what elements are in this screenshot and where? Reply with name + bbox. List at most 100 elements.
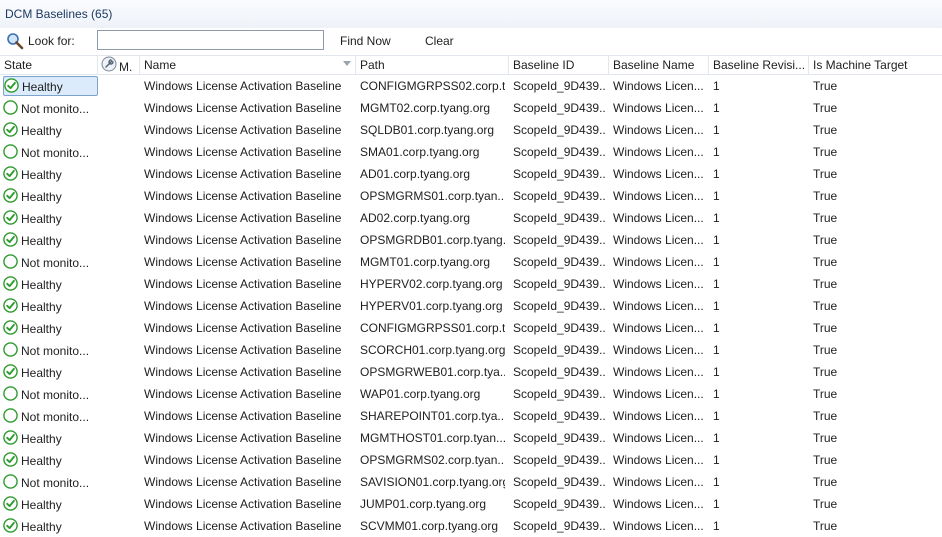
machine-target-cell: True [813, 255, 838, 269]
name-cell: Windows License Activation Baseline [144, 299, 342, 313]
healthy-check-icon [3, 452, 18, 468]
baseline-id-cell: ScopeId_9D439... [513, 123, 605, 137]
healthy-check-icon [3, 276, 18, 292]
name-cell: Windows License Activation Baseline [144, 409, 342, 423]
find-now-button[interactable]: Find Now [340, 34, 391, 48]
state-text: Healthy [22, 79, 63, 94]
state-text: Healthy [21, 211, 62, 226]
baseline-id-cell: ScopeId_9D439... [513, 79, 605, 93]
baseline-id-cell: ScopeId_9D439... [513, 189, 605, 203]
baseline-name-cell: Windows Licen... [613, 101, 704, 115]
table-row[interactable]: Healthy Windows License Activation Baseli… [0, 163, 942, 185]
sort-descending-icon [343, 61, 351, 66]
baseline-name-cell: Windows Licen... [613, 211, 704, 225]
column-header-baseline-revision[interactable]: Baseline Revisi... [709, 56, 809, 74]
healthy-check-icon [3, 518, 18, 534]
path-cell: OPSMGRWEB01.corp.tya... [360, 365, 505, 379]
table-row[interactable]: Healthy Windows License Activation Baseli… [0, 361, 942, 383]
baseline-id-cell: ScopeId_9D439... [513, 343, 605, 357]
table-row[interactable]: Healthy Windows License Activation Baseli… [0, 75, 942, 97]
table-row[interactable]: Healthy Windows License Activation Baseli… [0, 207, 942, 229]
table-row[interactable]: Healthy Windows License Activation Baseli… [0, 295, 942, 317]
baseline-name-cell: Windows Licen... [613, 409, 704, 423]
state-cell: Healthy [3, 119, 98, 141]
column-header-is-machine-target[interactable]: Is Machine Target [809, 56, 942, 74]
name-cell: Windows License Activation Baseline [144, 189, 342, 203]
baseline-id-cell: ScopeId_9D439... [513, 299, 605, 313]
table-row[interactable]: Healthy Windows License Activation Baseli… [0, 119, 942, 141]
name-cell: Windows License Activation Baseline [144, 145, 342, 159]
state-text: Healthy [21, 167, 62, 182]
state-text: Healthy [21, 453, 62, 468]
table-row[interactable]: Not monito... Windows License Activation … [0, 141, 942, 163]
state-cell: Not monito... [3, 141, 98, 163]
column-header-name[interactable]: Name [140, 56, 356, 74]
baseline-id-cell: ScopeId_9D439... [513, 453, 605, 467]
baseline-name-cell: Windows Licen... [613, 277, 704, 291]
search-input[interactable] [97, 30, 324, 50]
baseline-revision-cell: 1 [713, 101, 720, 115]
baseline-name-cell: Windows Licen... [613, 497, 704, 511]
table-row[interactable]: Not monito... Windows License Activation … [0, 383, 942, 405]
baseline-revision-cell: 1 [713, 123, 720, 137]
column-header-state[interactable]: State [0, 56, 98, 74]
table-row[interactable]: Healthy Windows License Activation Baseli… [0, 273, 942, 295]
table-row[interactable]: Not monito... Windows License Activation … [0, 97, 942, 119]
table-row[interactable]: Healthy Windows License Activation Baseli… [0, 317, 942, 339]
machine-target-cell: True [813, 211, 838, 225]
baseline-revision-cell: 1 [713, 277, 720, 291]
machine-target-cell: True [813, 431, 838, 445]
state-cell: Healthy [3, 361, 98, 383]
machine-target-cell: True [813, 299, 838, 313]
state-text: Not monito... [21, 145, 90, 160]
state-cell: Healthy [3, 273, 98, 295]
baseline-table-body: Healthy Windows License Activation Baseli… [0, 75, 942, 537]
baseline-revision-cell: 1 [713, 343, 720, 357]
path-cell: AD02.corp.tyang.org [360, 211, 471, 225]
baseline-name-cell: Windows Licen... [613, 167, 704, 181]
column-header-maintenance[interactable]: M. [98, 56, 140, 74]
baseline-id-cell: ScopeId_9D439... [513, 211, 605, 225]
column-header-baseline-name[interactable]: Baseline Name [609, 56, 709, 74]
state-cell: Healthy [3, 515, 98, 537]
baseline-name-cell: Windows Licen... [613, 475, 704, 489]
baseline-revision-cell: 1 [713, 167, 720, 181]
path-cell: OPSMGRDB01.corp.tyang... [360, 233, 505, 247]
state-text: Healthy [21, 431, 62, 446]
state-text: Not monito... [21, 475, 90, 490]
state-text: Not monito... [21, 387, 90, 402]
baseline-revision-cell: 1 [713, 475, 720, 489]
column-header-baseline-id[interactable]: Baseline ID [509, 56, 609, 74]
table-row[interactable]: Not monito... Windows License Activation … [0, 251, 942, 273]
table-row[interactable]: Healthy Windows License Activation Baseli… [0, 449, 942, 471]
healthy-check-icon [3, 166, 18, 182]
state-cell: Healthy [3, 185, 98, 207]
machine-target-cell: True [813, 497, 838, 511]
table-row[interactable]: Not monito... Windows License Activation … [0, 471, 942, 493]
table-row[interactable]: Not monito... Windows License Activation … [0, 405, 942, 427]
path-cell: OPSMGRMS02.corp.tyan... [360, 453, 505, 467]
machine-target-cell: True [813, 409, 838, 423]
table-row[interactable]: Healthy Windows License Activation Baseli… [0, 427, 942, 449]
table-row[interactable]: Healthy Windows License Activation Baseli… [0, 185, 942, 207]
baseline-id-cell: ScopeId_9D439... [513, 409, 605, 423]
column-header-path[interactable]: Path [356, 56, 509, 74]
not-monitored-icon [3, 100, 18, 116]
path-cell: CONFIGMGRPSS02.corp.t... [360, 79, 505, 93]
table-row[interactable]: Healthy Windows License Activation Baseli… [0, 229, 942, 251]
name-cell: Windows License Activation Baseline [144, 167, 342, 181]
table-row[interactable]: Healthy Windows License Activation Baseli… [0, 515, 942, 537]
table-row[interactable]: Not monito... Windows License Activation … [0, 339, 942, 361]
state-text: Healthy [21, 123, 62, 138]
baseline-id-cell: ScopeId_9D439... [513, 255, 605, 269]
name-cell: Windows License Activation Baseline [144, 475, 342, 489]
clear-button[interactable]: Clear [425, 34, 454, 48]
not-monitored-icon [3, 254, 18, 270]
baseline-name-cell: Windows Licen... [613, 431, 704, 445]
baseline-id-cell: ScopeId_9D439... [513, 387, 605, 401]
table-row[interactable]: Healthy Windows License Activation Baseli… [0, 493, 942, 515]
not-monitored-icon [3, 342, 18, 358]
state-cell: Not monito... [3, 97, 98, 119]
not-monitored-icon [3, 144, 18, 160]
baseline-id-cell: ScopeId_9D439... [513, 277, 605, 291]
